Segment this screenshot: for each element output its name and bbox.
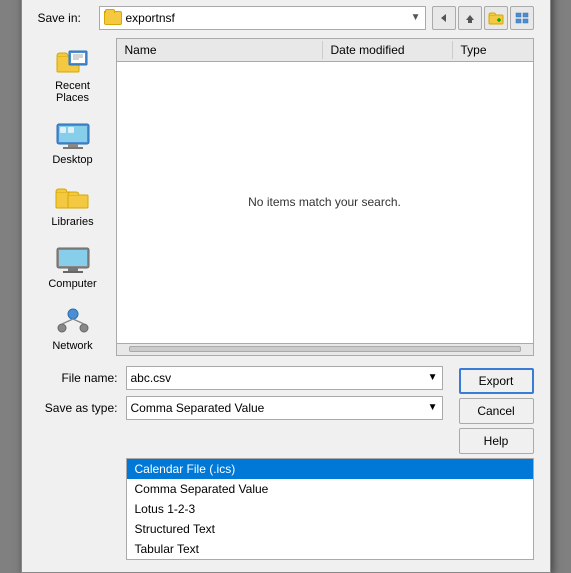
computer-icon (53, 244, 93, 276)
back-button[interactable] (432, 6, 456, 30)
help-button[interactable]: Help (459, 428, 534, 454)
dropdown-option-csv[interactable]: Comma Separated Value (127, 479, 533, 499)
new-folder-button[interactable] (484, 6, 508, 30)
desktop-icon (53, 120, 93, 152)
savetype-dropdown-arrow: ▼ (428, 402, 438, 413)
dropdown-option-ics[interactable]: Calendar File (.ics) (127, 459, 533, 479)
dialog-body: Save in: exportnsf ▼ (22, 0, 550, 572)
recent-places-label: Recent Places (41, 80, 105, 104)
col-type-header: Type (453, 41, 533, 59)
horizontal-scrollbar[interactable] (117, 343, 533, 355)
file-list-header: Name Date modified Type (117, 39, 533, 62)
export-button[interactable]: Export (459, 368, 534, 394)
location-dropdown[interactable]: exportnsf ▼ (99, 6, 426, 30)
recent-places-icon (53, 46, 93, 78)
network-label: Network (52, 340, 92, 352)
libraries-label: Libraries (51, 216, 93, 228)
network-icon (53, 306, 93, 338)
save-in-label: Save in: (38, 11, 93, 25)
filename-row: File name: abc.csv ▼ (38, 366, 443, 390)
location-text: exportnsf (126, 11, 407, 25)
main-area: Recent Places Desktop (38, 38, 534, 356)
savetype-label: Save as type: (38, 401, 118, 415)
savetype-dropdown-list: Calendar File (.ics) Comma Separated Val… (126, 458, 534, 560)
sidebar-item-network[interactable]: Network (39, 302, 107, 356)
location-dropdown-arrow: ▼ (411, 12, 421, 23)
empty-message: No items match your search. (248, 195, 401, 209)
libraries-icon (53, 182, 93, 214)
filename-input[interactable]: abc.csv ▼ (126, 366, 443, 390)
folder-icon (104, 11, 122, 25)
action-buttons: Export Cancel Help (459, 366, 534, 454)
dropdown-option-structured[interactable]: Structured Text (127, 519, 533, 539)
computer-label: Computer (48, 278, 96, 290)
savetype-select[interactable]: Comma Separated Value ▼ (126, 396, 443, 420)
up-button[interactable] (458, 6, 482, 30)
dropdown-option-tabular[interactable]: Tabular Text (127, 539, 533, 559)
sidebar-item-desktop[interactable]: Desktop (39, 116, 107, 170)
sidebar-item-recent-places[interactable]: Recent Places (39, 42, 107, 108)
export-dialog: Export ✕ Save in: exportnsf ▼ (21, 0, 551, 573)
sidebar-item-computer[interactable]: Computer (39, 240, 107, 294)
dropdown-option-lotus[interactable]: Lotus 1-2-3 (127, 499, 533, 519)
save-in-row: Save in: exportnsf ▼ (38, 6, 534, 30)
bottom-section: File name: abc.csv ▼ Save as type: Comma… (38, 366, 534, 560)
filename-label: File name: (38, 371, 118, 385)
views-button[interactable] (510, 6, 534, 30)
scroll-track (129, 346, 521, 352)
savetype-row: Save as type: Comma Separated Value ▼ (38, 396, 443, 420)
file-list-body: No items match your search. (117, 62, 533, 343)
filename-dropdown-arrow: ▼ (428, 372, 438, 383)
sidebar-item-libraries[interactable]: Libraries (39, 178, 107, 232)
left-nav-panel: Recent Places Desktop (38, 38, 108, 356)
col-date-header: Date modified (323, 41, 453, 59)
desktop-label: Desktop (52, 154, 92, 166)
toolbar-buttons (432, 6, 534, 30)
cancel-button[interactable]: Cancel (459, 398, 534, 424)
file-list-panel: Name Date modified Type No items match y… (116, 38, 534, 356)
col-name-header: Name (117, 41, 323, 59)
